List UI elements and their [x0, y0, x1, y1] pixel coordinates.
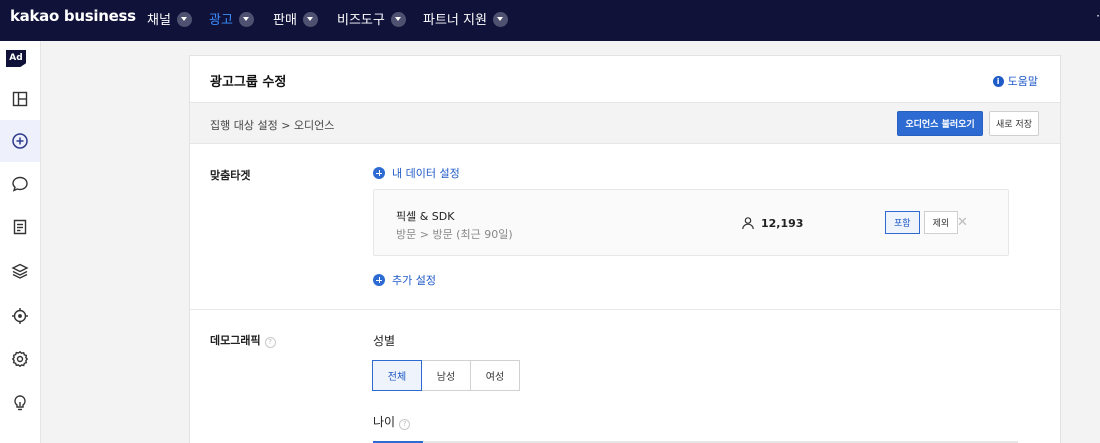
person-icon [742, 217, 754, 230]
my-data-settings-label: 내 데이터 설정 [392, 167, 460, 180]
add-setting-link[interactable]: 추가 설정 [373, 272, 436, 288]
chevron-down-icon [238, 12, 254, 27]
demographic-label: 데모그래픽? [210, 332, 276, 348]
age-label-text: 나이 [373, 415, 396, 429]
audience-count: 12,193 [741, 216, 803, 230]
question-icon[interactable]: ? [399, 419, 411, 430]
plus-circle-icon [373, 274, 385, 286]
plus-circle-icon [373, 167, 385, 179]
help-link[interactable]: i 도움말 [992, 73, 1038, 89]
sidebar: Ad [0, 41, 41, 443]
nav-item-biztools[interactable]: 비즈도구 [337, 9, 406, 28]
gender-option-male[interactable]: 남성 [421, 360, 471, 391]
chevron-down-icon [176, 12, 192, 27]
chevron-down-icon [390, 12, 406, 27]
chevron-down-icon [302, 12, 318, 27]
info-icon: i [992, 75, 1004, 87]
nav-item-ad[interactable]: 광고 [209, 9, 254, 28]
custom-target-item: 픽셀 & SDK 방문 > 방문 (최근 90일) 12,193 포함 제외 ✕ [373, 189, 1009, 256]
my-data-settings-link[interactable]: 내 데이터 설정 [373, 165, 460, 181]
layout-icon[interactable] [0, 78, 40, 120]
top-navigation: kakao business 채널 광고 판매 비즈도구 파트너 지원 · [0, 0, 1100, 41]
save-new-button[interactable]: 새로 저장 [989, 111, 1039, 136]
exclude-button[interactable]: 제외 [923, 211, 959, 234]
lightbulb-icon[interactable] [0, 382, 40, 424]
nav-label: 비즈도구 [337, 13, 385, 28]
gender-label: 성별 [373, 334, 396, 348]
target-detail: 방문 > 방문 (최근 90일) [396, 228, 513, 241]
layers-icon[interactable] [0, 250, 40, 292]
plus-circle-icon[interactable] [0, 120, 40, 162]
ad-group-edit-card: 광고그룹 수정 i 도움말 집행 대상 설정 > 오디언스 오디언스 불러오기 … [189, 55, 1061, 443]
gender-option-female[interactable]: 여성 [470, 360, 520, 391]
nav-label: 파트너 지원 [423, 13, 487, 28]
gender-selector: 전체 남성 여성 [372, 360, 520, 391]
include-exclude-toggle: 포함 제외 [885, 211, 959, 234]
help-label: 도움말 [1007, 75, 1038, 88]
document-icon[interactable] [0, 206, 40, 248]
nav-item-partner-support[interactable]: 파트너 지원 [423, 9, 508, 28]
breadcrumb: 집행 대상 설정 > 오디언스 [210, 119, 335, 132]
kakao-business-logo[interactable]: kakao business [10, 7, 136, 25]
breadcrumb-bar: 집행 대상 설정 > 오디언스 오디언스 불러오기 새로 저장 [190, 102, 1060, 144]
nav-overflow-indicator: · [1096, 9, 1100, 23]
audience-count-value: 12,193 [761, 216, 804, 230]
include-button[interactable]: 포함 [885, 211, 920, 234]
demographic-label-text: 데모그래픽 [210, 334, 261, 347]
age-label: 나이? [373, 413, 411, 430]
gender-option-all[interactable]: 전체 [372, 360, 422, 391]
target-name: 픽셀 & SDK [396, 210, 455, 223]
nav-item-channel[interactable]: 채널 [147, 9, 192, 28]
add-setting-label: 추가 설정 [392, 274, 436, 287]
custom-target-label: 맞춤타겟 [210, 169, 251, 182]
ad-badge: Ad [6, 50, 26, 67]
load-audience-button[interactable]: 오디언스 불러오기 [897, 111, 983, 136]
settings-icon[interactable] [0, 338, 40, 380]
chat-icon[interactable] [0, 163, 40, 205]
nav-label: 채널 [147, 13, 171, 28]
target-icon[interactable] [0, 295, 40, 337]
page-title: 광고그룹 수정 [210, 75, 287, 90]
question-icon[interactable]: ? [264, 337, 276, 348]
nav-label: 광고 [209, 13, 233, 28]
close-icon[interactable]: ✕ [957, 215, 968, 230]
nav-item-sales[interactable]: 판매 [273, 9, 318, 28]
section-divider [190, 309, 1060, 310]
nav-label: 판매 [273, 13, 297, 28]
chevron-down-icon [492, 12, 508, 27]
